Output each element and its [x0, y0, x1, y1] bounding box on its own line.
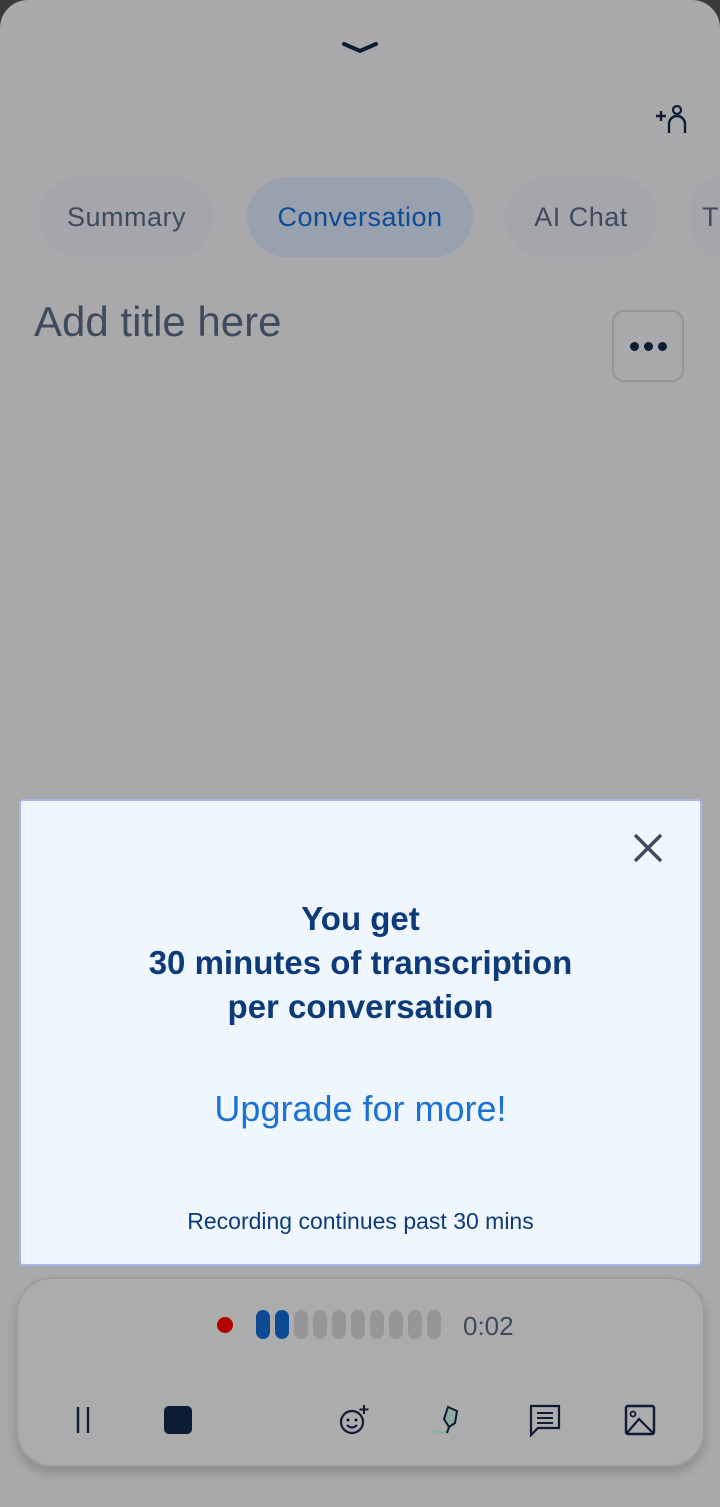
- pause-icon[interactable]: [66, 1403, 100, 1437]
- tab-conversation[interactable]: Conversation: [247, 177, 473, 257]
- add-reaction-icon[interactable]: [337, 1403, 371, 1437]
- tab-partial[interactable]: T: [690, 177, 720, 257]
- highlighter-icon[interactable]: [431, 1403, 465, 1437]
- image-icon[interactable]: [623, 1403, 657, 1437]
- level-segment: [408, 1310, 422, 1339]
- tab-summary[interactable]: Summary: [39, 177, 214, 257]
- elapsed-time: 0:02: [463, 1311, 514, 1341]
- level-segment: [389, 1310, 403, 1339]
- level-segment: [256, 1310, 270, 1339]
- level-segment: [332, 1310, 346, 1339]
- more-options-button[interactable]: [612, 310, 684, 382]
- transcription-limit-dialog: You get 30 minutes of transcription per co…: [19, 799, 702, 1266]
- dialog-heading: You get 30 minutes of transcription per co…: [148, 900, 573, 1025]
- upgrade-link[interactable]: Upgrade for more!: [21, 1088, 700, 1130]
- close-icon[interactable]: [631, 831, 665, 865]
- level-segment: [313, 1310, 327, 1339]
- level-segment: [351, 1310, 365, 1339]
- chevron-down-icon[interactable]: [340, 36, 380, 58]
- level-segment: [294, 1310, 308, 1339]
- person-add-icon[interactable]: [654, 104, 690, 136]
- level-segment: [275, 1310, 289, 1339]
- recording-indicator: [217, 1317, 233, 1333]
- level-segment: [370, 1310, 384, 1339]
- title-input[interactable]: Add title here: [34, 298, 282, 346]
- comment-icon[interactable]: [528, 1403, 562, 1437]
- tab-ai-chat[interactable]: AI Chat: [505, 177, 657, 257]
- conversation-sheet: Summary Conversation AI Chat T Add title…: [0, 0, 720, 1507]
- level-segment: [427, 1310, 441, 1339]
- audio-level-meter: [256, 1310, 441, 1339]
- stop-icon[interactable]: [161, 1403, 195, 1437]
- recorder-bar: 0:02: [16, 1277, 705, 1467]
- dialog-footnote: Recording continues past 30 mins: [187, 1208, 534, 1234]
